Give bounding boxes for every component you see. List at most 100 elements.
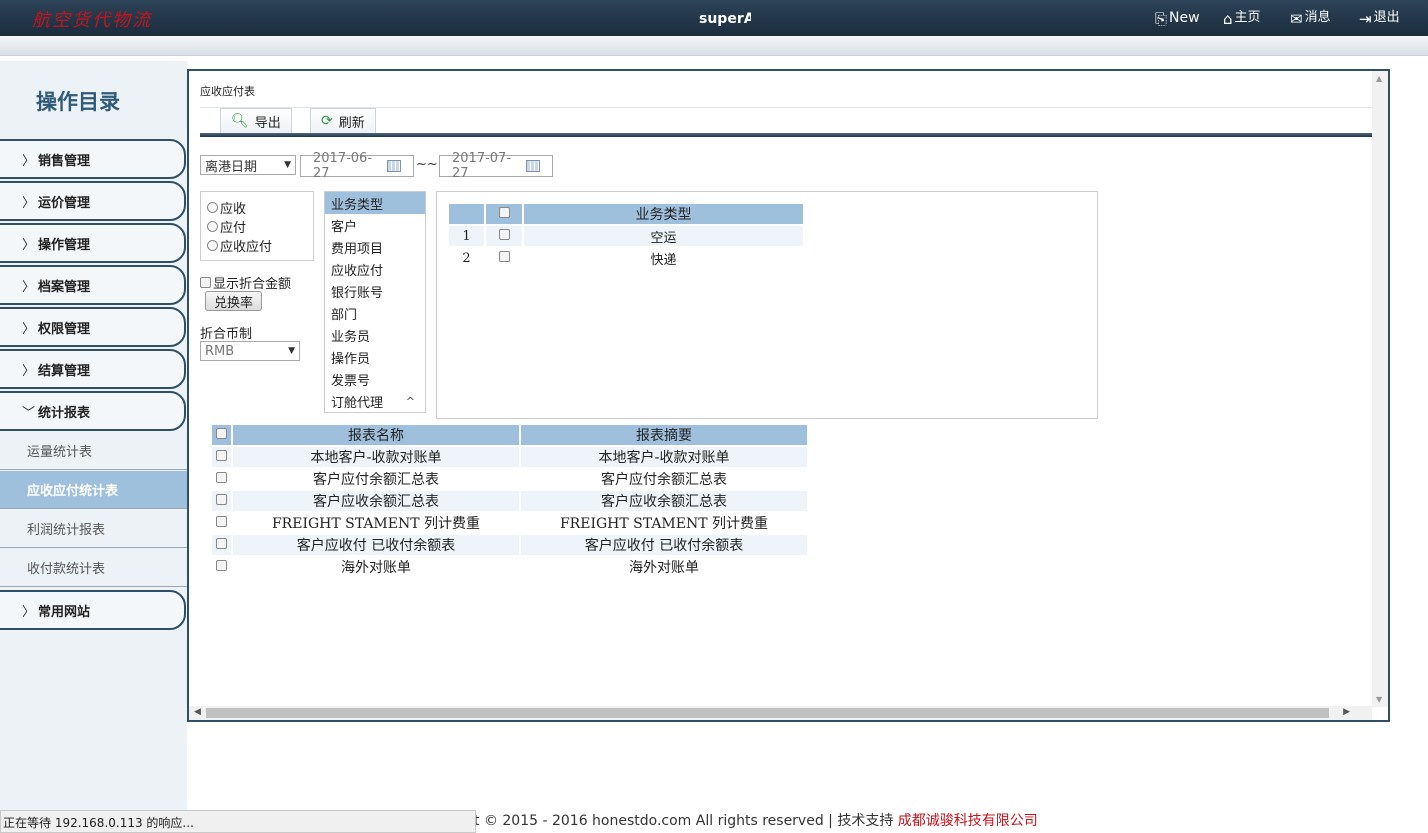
copyright-text: t © 2015 - 2016 honestdo.com All rights …: [474, 813, 898, 829]
table-row[interactable]: 客户应收付 已收付余额表 客户应收付 已收付余额表: [212, 535, 807, 555]
row-checkbox[interactable]: [216, 516, 227, 527]
chevron-down-icon: ﹀: [22, 405, 36, 421]
radio-button[interactable]: [207, 240, 218, 251]
menu-label: 结算管理: [38, 363, 91, 379]
new-icon: ⎘: [1155, 10, 1168, 28]
exchange-rate-button[interactable]: 兑换率: [205, 291, 263, 311]
row-checkbox[interactable]: [216, 472, 227, 483]
menu-item-operations[interactable]: 〉 操作管理: [0, 223, 186, 263]
horizontal-scrollbar[interactable]: ◀ ▶: [189, 706, 1372, 720]
submenu-item-receivable-payable-stats[interactable]: 应收应付统计表: [0, 471, 187, 509]
category-option[interactable]: 业务员: [325, 324, 425, 346]
chevron-right-icon: 〉: [22, 363, 36, 379]
row-checkbox[interactable]: [216, 494, 227, 505]
table-row[interactable]: 本地客户-收款对账单 本地客户-收款对账单: [212, 447, 807, 467]
radio-both[interactable]: 应收应付: [207, 236, 307, 255]
row-checkbox[interactable]: [216, 538, 227, 549]
category-option[interactable]: 应收应付: [325, 258, 425, 280]
scroll-right-icon[interactable]: ▶: [1343, 707, 1350, 717]
menu-label: 统计报表: [38, 405, 91, 421]
submenu-label: 运量统计表: [27, 445, 93, 460]
logout-icon: ⇥: [1359, 10, 1372, 28]
scroll-down-icon[interactable]: ▼: [1376, 695, 1382, 704]
report-table: 报表名称 报表摘要 本地客户-收款对账单 本地客户-收款对账单 客户应付余额汇总…: [210, 423, 809, 579]
category-option[interactable]: 发票号: [325, 368, 425, 390]
category-option[interactable]: 银行账号: [325, 280, 425, 302]
date-to-input[interactable]: 2017-07-27: [439, 151, 553, 181]
row-checkbox-cell: [486, 248, 522, 268]
new-link[interactable]: ⎘ New: [1155, 10, 1200, 28]
vertical-scrollbar[interactable]: ▲ ▼: [1372, 71, 1388, 707]
row-checkbox[interactable]: [216, 560, 227, 571]
calendar-icon[interactable]: [387, 160, 401, 172]
scrollbar-thumb[interactable]: [206, 708, 1329, 718]
submenu-item-volume-stats[interactable]: 运量统计表: [0, 432, 187, 470]
logout-link[interactable]: ⇥ 退出: [1359, 10, 1400, 28]
row-checkbox[interactable]: [216, 450, 227, 461]
submenu-label: 利润统计报表: [27, 523, 106, 538]
menu-item-freight-rate[interactable]: 〉 运价管理: [0, 181, 186, 221]
menu-item-settlement[interactable]: 〉 结算管理: [0, 349, 186, 389]
table-row[interactable]: 2 快递: [449, 248, 803, 268]
submenu-label: 收付款统计表: [27, 562, 106, 577]
currency-value: RMB: [205, 343, 235, 359]
radio-button[interactable]: [207, 221, 218, 232]
menu-label: 运价管理: [38, 195, 91, 211]
menu-label: 权限管理: [38, 321, 91, 337]
date-field-value: 离港日期: [205, 159, 258, 175]
radio-button[interactable]: [207, 202, 218, 213]
show-fold-amount-checkbox[interactable]: 显示折合金额: [200, 273, 291, 292]
menu-item-sales[interactable]: 〉 销售管理: [0, 139, 186, 179]
table-row[interactable]: 客户应收余额汇总表 客户应收余额汇总表: [212, 491, 807, 511]
scroll-left-icon[interactable]: ◀: [194, 707, 201, 717]
row-checkbox[interactable]: [498, 250, 510, 262]
column-header: 业务类型: [524, 204, 803, 224]
radio-receivable[interactable]: 应收: [207, 198, 307, 217]
menu-item-common-sites[interactable]: 〉 常用网站: [0, 590, 186, 630]
report-summary-cell: 本地客户-收款对账单: [521, 447, 807, 467]
category-option[interactable]: 业务类型: [325, 192, 425, 214]
row-checkbox-cell: [212, 447, 231, 467]
table-row[interactable]: 客户应付余额汇总表 客户应付余额汇总表: [212, 469, 807, 489]
dropdown-arrow-icon: ▼: [284, 160, 291, 170]
category-option[interactable]: 部门: [325, 302, 425, 324]
menu-item-permissions[interactable]: 〉 权限管理: [0, 307, 186, 347]
category-option[interactable]: 费用项目: [325, 236, 425, 258]
menu-item-reports[interactable]: ﹀ 统计报表: [0, 391, 186, 431]
table-row[interactable]: 海外对账单 海外对账单: [212, 557, 807, 577]
table-row[interactable]: 1 空运: [449, 226, 803, 246]
category-list[interactable]: 业务类型 客户 费用项目 应收应付 银行账号 部门 业务员 操作员 发票号 订舱…: [324, 191, 426, 413]
top-header: 航空货代物流 superA( ⎘ New ⌂ 主页 ✉ 消息 ⇥ 退出: [0, 0, 1428, 36]
company-link[interactable]: 成都诚骏科技有限公司: [898, 813, 1038, 829]
browser-status-bar: 正在等待 192.168.0.113 的响应...: [0, 810, 476, 833]
menu-item-archives[interactable]: 〉 档案管理: [0, 265, 186, 305]
table-row[interactable]: FREIGHT STAMENT 列计费重 FREIGHT STAMENT 列计费…: [212, 513, 807, 533]
row-checkbox-cell: [212, 535, 231, 555]
select-all-checkbox[interactable]: [216, 428, 227, 439]
logo: 航空货代物流: [32, 10, 152, 31]
refresh-button[interactable]: ⟳ 刷新: [310, 108, 376, 134]
mail-link[interactable]: ✉ 消息: [1290, 10, 1331, 28]
scroll-up-icon[interactable]: ▲: [1376, 74, 1382, 83]
checkbox[interactable]: [200, 277, 211, 288]
date-from-input[interactable]: 2017-06-27: [300, 151, 414, 181]
select-all-checkbox[interactable]: [498, 207, 510, 218]
radio-label: 应付: [220, 221, 247, 236]
category-option[interactable]: 操作员: [325, 346, 425, 368]
category-option[interactable]: 客户: [325, 214, 425, 236]
chevron-up-icon[interactable]: ^: [406, 395, 415, 408]
home-label: 主页: [1234, 10, 1261, 25]
date-field-select[interactable]: 离港日期 ▼: [200, 155, 296, 175]
mail-icon: ✉: [1290, 10, 1303, 28]
footer: t © 2015 - 2016 honestdo.com All rights …: [474, 810, 1038, 830]
radio-payable[interactable]: 应付: [207, 217, 307, 236]
calendar-icon[interactable]: [526, 160, 540, 172]
row-checkbox[interactable]: [498, 228, 510, 240]
submenu-item-profit-report[interactable]: 利润统计报表: [0, 510, 187, 548]
export-button[interactable]: 🔍︎ 导出: [220, 108, 292, 134]
report-name-cell: 客户应付余额汇总表: [313, 472, 439, 488]
currency-select[interactable]: RMB ▼: [200, 341, 300, 361]
submenu-item-payment-stats[interactable]: 收付款统计表: [0, 549, 187, 587]
radio-label: 应收: [220, 202, 247, 217]
home-link[interactable]: ⌂ 主页: [1223, 10, 1261, 27]
